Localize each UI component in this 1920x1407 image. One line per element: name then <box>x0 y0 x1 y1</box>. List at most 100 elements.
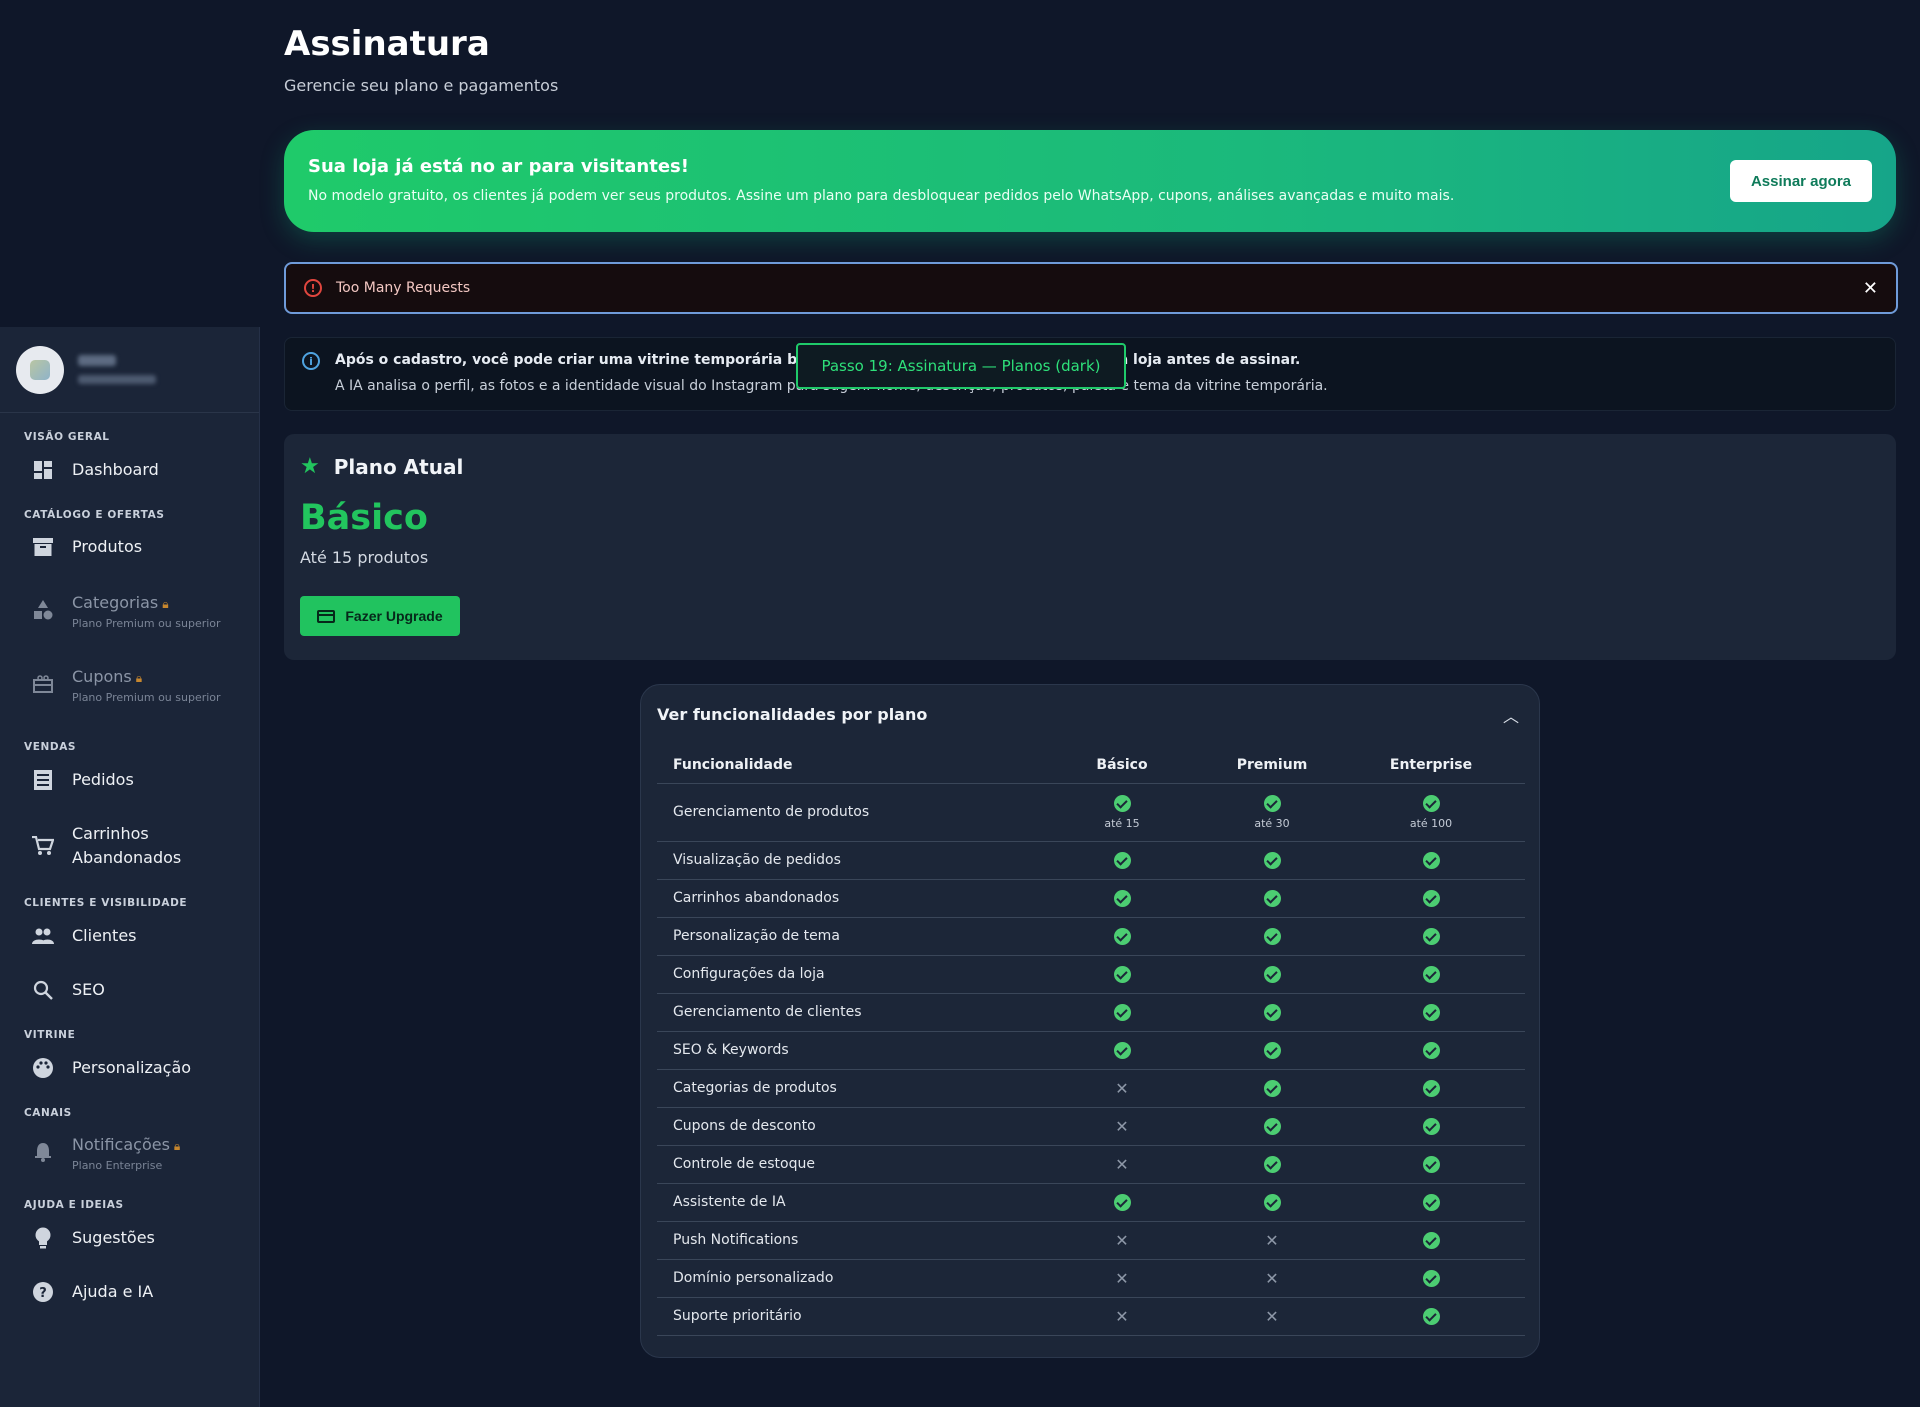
x-icon: ✕ <box>1115 1116 1129 1136</box>
feature-name: Gerenciamento de produtos <box>657 783 1037 842</box>
svg-text:?: ? <box>39 1286 47 1301</box>
sidebar-item-label-2: Abandonados <box>72 848 182 867</box>
feature-name: Gerenciamento de clientes <box>657 993 1037 1032</box>
page-subtitle: Gerencie seu plano e pagamentos <box>284 76 559 95</box>
search-icon <box>32 979 54 1001</box>
sidebar-item-label: Cupons <box>72 666 132 686</box>
upgrade-button[interactable]: Fazer Upgrade <box>300 596 460 636</box>
check-icon <box>1422 794 1440 812</box>
star-icon: ★ <box>300 454 320 479</box>
check-icon <box>1113 1041 1131 1059</box>
sidebar-item-label: Personalização <box>72 1058 192 1077</box>
sidebar: Visão geral Dashboard Catálogo e ofertas… <box>0 327 260 1407</box>
features-panel-title[interactable]: Ver funcionalidades por plano <box>657 705 927 724</box>
table-row: Suporte prioritário ✕ ✕ <box>657 1297 1525 1336</box>
sidebar-item-sublabel: Plano Enterprise <box>72 1158 163 1172</box>
features-by-plan-panel: Ver funcionalidades por plano ︿ Funciona… <box>640 684 1540 1358</box>
error-alert: ! Too Many Requests ✕ <box>284 262 1898 314</box>
help-icon: ? <box>32 1281 54 1303</box>
x-icon: ✕ <box>1265 1306 1279 1326</box>
table-row: Gerenciamento de produtos até 15 até 30 … <box>657 783 1525 842</box>
sidebar-item-categories[interactable]: Categorias 🔒︎ Plano Premium ou superior <box>0 573 259 647</box>
feature-name: Categorias de produtos <box>657 1069 1037 1108</box>
close-icon[interactable]: ✕ <box>1863 278 1878 299</box>
check-icon <box>1422 965 1440 983</box>
x-icon: ✕ <box>1115 1154 1129 1174</box>
sidebar-item-products[interactable]: Produtos <box>0 521 259 573</box>
lock-icon: 🔒︎ <box>162 596 169 611</box>
sidebar-item-suggestions[interactable]: Sugestões <box>0 1211 259 1265</box>
sidebar-item-seo[interactable]: SEO <box>0 963 259 1017</box>
check-icon <box>1263 1155 1281 1173</box>
feature-name: SEO & Keywords <box>657 1031 1037 1070</box>
x-icon: ✕ <box>1115 1078 1129 1098</box>
table-row: Push Notifications ✕ ✕ <box>657 1221 1525 1260</box>
archive-icon <box>32 536 54 558</box>
check-icon <box>1263 851 1281 869</box>
table-row: Domínio personalizado ✕ ✕ <box>657 1259 1525 1298</box>
sidebar-item-label: Ajuda e IA <box>72 1282 154 1301</box>
check-icon <box>1422 1041 1440 1059</box>
credit-card-icon <box>317 609 336 623</box>
sidebar-item-personalization[interactable]: Personalização <box>0 1041 259 1095</box>
check-icon <box>1422 1231 1440 1249</box>
check-icon <box>1113 1003 1131 1021</box>
sidebar-item-label: Categorias <box>72 592 159 612</box>
nav-section-channels: Canais <box>24 1107 72 1119</box>
sidebar-item-dashboard[interactable]: Dashboard <box>0 443 259 497</box>
banner-title: Sua loja já está no ar para visitantes! <box>308 156 689 177</box>
column-header: Enterprise <box>1337 747 1525 784</box>
sidebar-item-coupons[interactable]: Cupons 🔒︎ Plano Premium ou superior <box>0 647 259 721</box>
x-icon: ✕ <box>1115 1306 1129 1326</box>
sidebar-item-clients[interactable]: Clientes <box>0 909 259 963</box>
feature-name: Controle de estoque <box>657 1145 1037 1184</box>
limit-text: até 15 <box>1104 816 1140 830</box>
check-icon <box>1422 1193 1440 1211</box>
receipt-icon <box>32 769 54 791</box>
plan-description: Até 15 produtos <box>300 548 429 567</box>
nav-section-customers: Clientes e visibilidade <box>24 897 188 909</box>
promo-banner: Sua loja já está no ar para visitantes! … <box>284 130 1896 232</box>
nav-section-catalog: Catálogo e ofertas <box>24 509 165 521</box>
nav-section-overview: Visão geral <box>24 431 110 443</box>
table-row: Categorias de produtos ✕ <box>657 1069 1525 1108</box>
check-icon <box>1422 1117 1440 1135</box>
check-icon <box>1113 889 1131 907</box>
sidebar-item-label: Pedidos <box>72 770 134 789</box>
check-icon <box>1263 927 1281 945</box>
check-icon <box>1422 1307 1440 1325</box>
sidebar-item-help[interactable]: ? Ajuda e IA <box>0 1265 259 1319</box>
x-icon: ✕ <box>1265 1230 1279 1250</box>
check-icon <box>1422 1269 1440 1287</box>
check-icon <box>1263 1041 1281 1059</box>
sidebar-item-abandoned-carts[interactable]: Carrinhos Abandonados <box>0 807 259 885</box>
sidebar-item-orders[interactable]: Pedidos <box>0 753 259 807</box>
user-profile[interactable] <box>0 327 259 413</box>
sidebar-item-label: Notificações <box>72 1134 170 1154</box>
check-icon <box>1113 851 1131 869</box>
plan-name: Básico <box>300 498 428 538</box>
feature-name: Push Notifications <box>657 1221 1037 1260</box>
check-icon <box>1263 965 1281 983</box>
chevron-up-icon[interactable]: ︿ <box>1503 703 1519 727</box>
limit-text: até 100 <box>1409 816 1453 830</box>
upgrade-button-label: Fazer Upgrade <box>345 608 443 624</box>
sidebar-item-label: Clientes <box>72 926 137 945</box>
check-icon <box>1263 1193 1281 1211</box>
user-store-blurred <box>78 375 156 384</box>
check-icon <box>1263 1117 1281 1135</box>
sidebar-item-notifications[interactable]: Notificações 🔒︎ Plano Enterprise <box>0 1119 259 1185</box>
feature-name: Carrinhos abandonados <box>657 879 1037 918</box>
error-text: Too Many Requests <box>336 280 471 296</box>
feature-name: Visualização de pedidos <box>657 841 1037 880</box>
check-icon <box>1263 794 1281 812</box>
table-row: Assistente de IA <box>657 1183 1525 1222</box>
nav-section-help: Ajuda e ideias <box>24 1199 124 1211</box>
plan-card-title: Plano Atual <box>333 454 464 479</box>
tour-step-label: Passo 19: Assinatura — Planos (dark) <box>796 343 1126 389</box>
table-row: Configurações da loja <box>657 955 1525 994</box>
subscribe-now-button[interactable]: Assinar agora <box>1730 160 1872 202</box>
check-icon <box>1113 927 1131 945</box>
nav-section-storefront: Vitrine <box>24 1029 76 1041</box>
sidebar-item-sublabel: Plano Premium ou superior <box>72 616 221 630</box>
